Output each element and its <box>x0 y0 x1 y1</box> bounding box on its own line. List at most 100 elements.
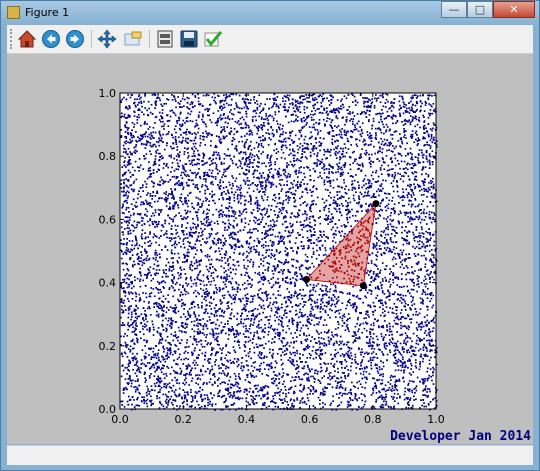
data-point <box>239 165 242 167</box>
data-point <box>277 318 280 321</box>
edit-button[interactable] <box>203 29 223 49</box>
data-point <box>426 141 428 144</box>
data-point <box>429 335 431 338</box>
data-point <box>319 399 321 402</box>
data-point <box>188 384 190 386</box>
data-point <box>260 263 262 265</box>
data-point <box>405 188 408 191</box>
data-point <box>134 299 137 302</box>
data-point <box>352 94 354 96</box>
data-point <box>341 353 344 356</box>
close-button[interactable]: ✕ <box>493 1 535 18</box>
zoom-button[interactable] <box>123 29 143 49</box>
data-point <box>265 374 268 376</box>
data-point <box>327 223 329 225</box>
data-point <box>144 242 146 244</box>
data-point <box>381 262 384 264</box>
title-bar[interactable]: Figure 1 — □ ✕ <box>1 1 539 25</box>
data-point <box>398 95 401 98</box>
data-point <box>147 273 149 275</box>
data-point <box>251 231 253 234</box>
data-point <box>155 269 158 271</box>
data-point <box>339 129 341 132</box>
data-point <box>291 376 294 379</box>
data-point <box>325 205 327 207</box>
data-point <box>319 303 322 306</box>
toolbar-grip[interactable] <box>10 29 15 49</box>
forward-button[interactable] <box>65 29 85 49</box>
data-point <box>123 212 125 215</box>
data-point <box>248 171 250 173</box>
data-point <box>303 301 305 303</box>
data-point <box>194 367 197 370</box>
data-point <box>199 142 202 144</box>
data-point <box>315 98 318 101</box>
data-point <box>419 297 422 300</box>
data-point <box>146 320 149 323</box>
data-point <box>310 131 312 134</box>
data-point <box>331 334 334 336</box>
data-point <box>145 259 148 262</box>
data-point <box>189 210 192 213</box>
data-point <box>350 354 353 357</box>
save-button[interactable] <box>179 29 199 49</box>
data-point <box>280 148 283 151</box>
data-point <box>130 287 133 290</box>
data-point <box>422 380 425 382</box>
data-point <box>429 368 432 370</box>
data-point <box>414 247 416 250</box>
data-point <box>195 163 198 166</box>
data-point <box>356 113 359 115</box>
data-point <box>124 367 127 369</box>
data-point <box>422 360 424 363</box>
data-point <box>132 182 135 185</box>
subplots-button[interactable] <box>155 29 175 49</box>
data-point <box>354 325 357 328</box>
data-point <box>177 336 180 338</box>
home-button[interactable] <box>17 29 37 49</box>
data-point <box>365 313 367 315</box>
data-point <box>393 392 396 395</box>
data-point <box>149 195 152 197</box>
data-point <box>131 94 134 96</box>
data-point <box>367 208 369 211</box>
data-point <box>179 128 182 131</box>
data-point <box>307 224 309 226</box>
data-point <box>290 332 292 335</box>
data-point <box>355 372 357 375</box>
data-point <box>170 327 173 330</box>
data-point <box>261 232 263 234</box>
data-point <box>177 339 179 342</box>
data-point <box>130 340 133 343</box>
data-point <box>411 163 414 165</box>
data-point <box>307 399 310 402</box>
data-point <box>410 345 413 347</box>
data-point <box>340 105 342 108</box>
back-button[interactable] <box>41 29 61 49</box>
data-point <box>350 183 353 186</box>
data-point <box>363 184 365 187</box>
data-point <box>306 122 308 124</box>
data-point <box>291 258 293 261</box>
data-point <box>417 343 420 346</box>
minimize-button[interactable]: — <box>441 1 467 18</box>
data-point <box>245 141 247 143</box>
data-point <box>196 400 198 403</box>
data-point <box>347 202 349 204</box>
data-point <box>404 240 407 242</box>
maximize-button[interactable]: □ <box>467 1 493 18</box>
data-point <box>393 176 396 178</box>
figure-canvas[interactable]: 0.0 0.2 0.4 0.6 0.8 1.0 0.0 0.2 0.4 0.6 0.8 1.0 <box>7 54 533 444</box>
data-point <box>182 313 185 315</box>
data-point <box>406 340 409 343</box>
data-point <box>295 368 297 370</box>
pan-button[interactable] <box>97 29 117 49</box>
data-point <box>249 99 252 101</box>
data-point <box>318 321 321 324</box>
data-point <box>132 338 134 341</box>
data-point <box>394 349 397 351</box>
scatter-plot[interactable]: 0.0 0.2 0.4 0.6 0.8 1.00.00.20.40.60.81.0 <box>7 54 533 444</box>
data-point <box>136 365 139 368</box>
data-point <box>210 392 212 395</box>
data-point <box>129 232 132 235</box>
